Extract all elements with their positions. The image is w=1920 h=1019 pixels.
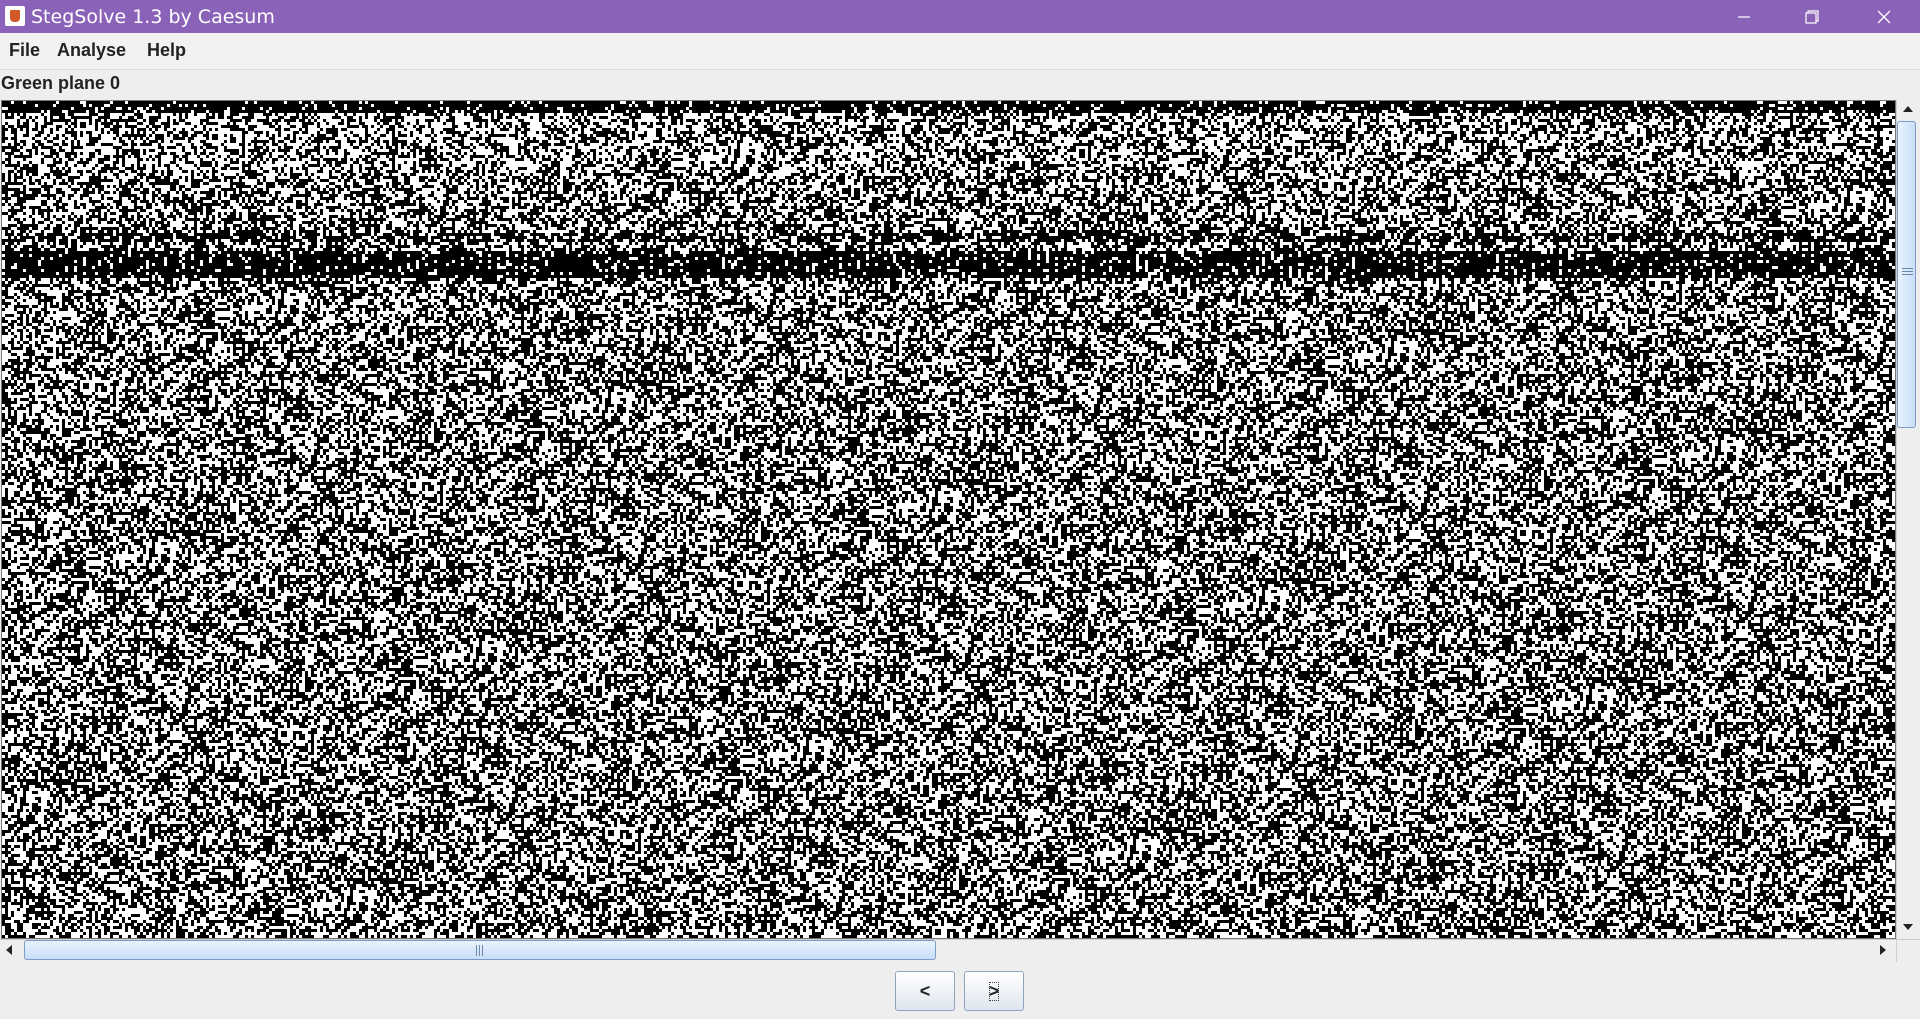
plane-label: Green plane 0 — [1, 73, 121, 93]
window-title: StegSolve 1.3 by Caesum — [31, 6, 275, 28]
grip-icon — [1902, 268, 1913, 278]
title-bar[interactable]: StegSolve 1.3 by Caesum — [0, 0, 1920, 33]
restore-button[interactable] — [1778, 0, 1846, 33]
close-button[interactable] — [1850, 0, 1918, 33]
previous-label: < — [919, 980, 931, 1001]
minimize-icon — [1738, 15, 1750, 18]
next-label: > — [988, 980, 1000, 1001]
image-viewport[interactable] — [1, 100, 1896, 939]
scroll-down-icon[interactable] — [1903, 924, 1913, 930]
menu-bar: File Analyse Help — [0, 33, 1920, 70]
scroll-left-icon[interactable] — [6, 945, 12, 955]
menu-analyse[interactable]: Analyse — [57, 40, 126, 61]
bit-plane-image — [2, 101, 1895, 938]
restore-icon — [1805, 9, 1819, 24]
horizontal-scroll-thumb[interactable] — [24, 940, 936, 960]
menu-help[interactable]: Help — [147, 40, 186, 61]
grip-icon — [476, 945, 486, 956]
minimize-button[interactable] — [1710, 0, 1778, 33]
vertical-scroll-thumb[interactable] — [1897, 121, 1916, 428]
app-icon[interactable] — [5, 6, 25, 26]
scroll-up-icon[interactable] — [1903, 106, 1913, 112]
menu-file[interactable]: File — [9, 40, 40, 61]
next-plane-button[interactable]: > — [964, 971, 1024, 1011]
previous-plane-button[interactable]: < — [895, 971, 955, 1011]
close-icon — [1877, 10, 1891, 23]
scrollbar-corner — [1896, 939, 1920, 962]
scroll-right-icon[interactable] — [1880, 945, 1886, 955]
